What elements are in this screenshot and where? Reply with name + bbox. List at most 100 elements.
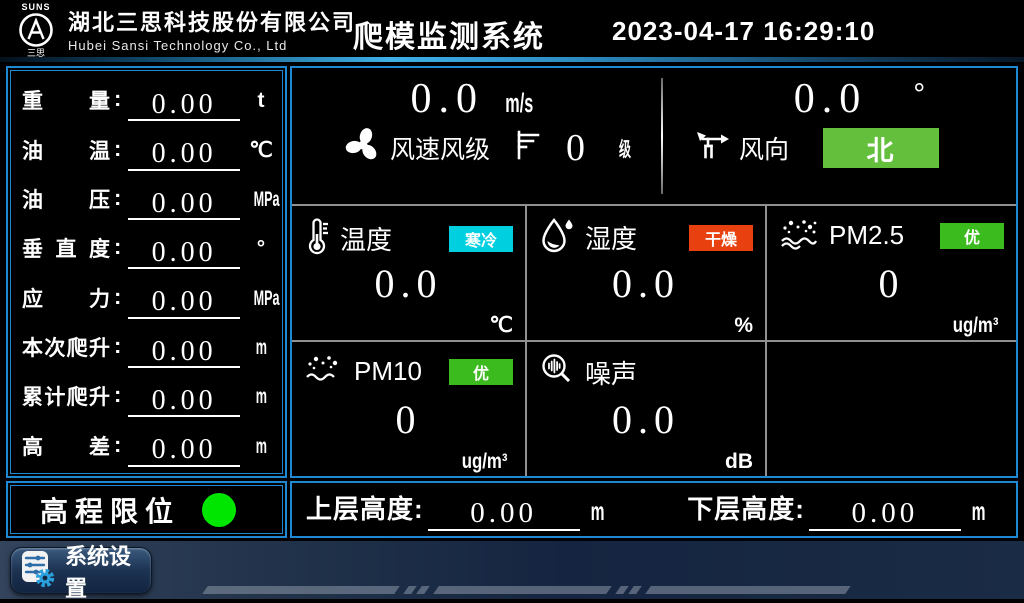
elevation-limit-box: 高程限位 bbox=[6, 481, 287, 538]
company-logo-group: SUNS 三思 湖北三思科技股份有限公司 Hubei Sansi Technol… bbox=[8, 1, 356, 57]
wind-row: 0.0 m/s 风速风级 bbox=[292, 68, 1016, 204]
wind-direction-value: 0.0 bbox=[794, 76, 868, 122]
page-title: 爬模监测系统 bbox=[353, 12, 545, 56]
measurement-colon: : bbox=[110, 284, 123, 319]
wind-speed-label: 风速风级 bbox=[390, 130, 490, 166]
droplet-icon bbox=[539, 216, 575, 259]
sensor-name: PM2.5 bbox=[829, 220, 904, 251]
particles-icon bbox=[779, 216, 819, 255]
measurement-unit: MPa bbox=[245, 188, 277, 220]
sensor-header: 温度 寒冷 bbox=[304, 216, 515, 261]
measurement-colon: : bbox=[110, 86, 123, 121]
lower-height-value: 0.00 bbox=[809, 498, 961, 530]
measurement-value: 0.00 bbox=[128, 435, 240, 466]
sensor-cell-temperature: 温度 寒冷 0.0 ℃ bbox=[292, 204, 525, 340]
sensor-unit: ug/m³ bbox=[947, 314, 1004, 338]
measurement-label: 应力 bbox=[22, 289, 110, 319]
sensor-name: 湿度 bbox=[585, 219, 637, 256]
lower-height-unit: m bbox=[967, 496, 990, 531]
sensor-header: 噪声 bbox=[539, 352, 755, 393]
measurement-unit: m bbox=[245, 385, 277, 417]
measurement-colon: : bbox=[110, 185, 123, 220]
sensor-name: 温度 bbox=[340, 220, 392, 257]
sensor-value: 0 bbox=[292, 398, 525, 442]
svg-text:SUNS: SUNS bbox=[21, 2, 50, 12]
measurement-colon: : bbox=[110, 333, 123, 368]
sensor-unit: ℃ bbox=[489, 313, 513, 338]
wind-direction-readout: 0.0 ° bbox=[663, 76, 1016, 122]
measurement-label: 油压 bbox=[22, 190, 110, 220]
footer-stripe bbox=[433, 586, 612, 594]
company-name-cn: 湖北三思科技股份有限公司 bbox=[68, 11, 356, 35]
sensor-value: 0.0 bbox=[292, 262, 525, 306]
measurement-value: 0.00 bbox=[128, 139, 240, 170]
settings-button[interactable]: 系统设置 bbox=[10, 547, 152, 594]
measurement-row-stress: 应力 : 0.00 MPa bbox=[14, 275, 279, 319]
sensor-name: 噪声 bbox=[585, 354, 637, 391]
wind-direction-label: 风向 bbox=[739, 130, 789, 166]
wind-direction-label-row: 风向 北 bbox=[663, 128, 1016, 168]
noise-magnifier-icon bbox=[539, 352, 575, 393]
measurement-unit: m bbox=[245, 336, 277, 368]
measurement-label: 重量 bbox=[22, 91, 110, 121]
lower-height-group: 下层高度: 0.00 m bbox=[687, 489, 990, 531]
measurements-panel: 重量 : 0.00 t 油温 : 0.00 ℃ 油压 : 0.00 MPa 垂直… bbox=[6, 66, 287, 478]
measurement-colon: : bbox=[110, 432, 123, 467]
sensor-unit: dB bbox=[725, 450, 753, 474]
status-badge: 寒冷 bbox=[449, 226, 513, 252]
measurement-value: 0.00 bbox=[128, 189, 240, 220]
measurement-row-oil-pressure: 油压 : 0.00 MPa bbox=[14, 176, 279, 220]
sensor-value: 0.0 bbox=[527, 398, 765, 442]
wind-direction-section: 0.0 ° 风向 北 bbox=[663, 68, 1016, 204]
wind-level-readout: 风速风级 0 级 bbox=[292, 126, 661, 169]
wind-vane-icon bbox=[695, 130, 731, 167]
measurement-colon: : bbox=[110, 382, 123, 417]
company-name-en: Hubei Sansi Technology Co., Ltd bbox=[68, 38, 356, 53]
measurement-row-weight: 重量 : 0.00 t bbox=[14, 77, 279, 121]
sensor-header: PM10 优 bbox=[304, 352, 515, 391]
measurement-value: 0.00 bbox=[128, 386, 240, 417]
status-badge: 优 bbox=[449, 359, 513, 385]
measurement-label: 累计爬升 bbox=[22, 387, 110, 417]
sensor-header: PM2.5 优 bbox=[779, 216, 1006, 255]
measurement-label: 高差 bbox=[22, 437, 110, 467]
measurement-value: 0.00 bbox=[128, 90, 240, 121]
measurement-value: 0.00 bbox=[128, 238, 240, 269]
particles-icon bbox=[304, 352, 344, 391]
wind-direction-badge: 北 bbox=[823, 128, 939, 168]
sensor-unit: ug/m³ bbox=[456, 450, 513, 474]
measurement-unit: t bbox=[245, 89, 277, 121]
upper-height-value: 0.00 bbox=[428, 498, 580, 530]
footer-stripe bbox=[615, 586, 629, 594]
sensor-header: 湿度 干燥 bbox=[539, 216, 755, 259]
sensor-cell-empty bbox=[765, 340, 1016, 476]
datetime-display: 2023-04-17 16:29:10 bbox=[612, 16, 875, 47]
climbing-formwork-monitor-screen: { "header": { "logo_top": "SUNS", "logo_… bbox=[0, 0, 1024, 599]
wind-speed-unit: m/s bbox=[496, 88, 543, 119]
wind-direction-unit: ° bbox=[913, 78, 925, 112]
sensor-cell-pm10: PM10 优 0 ug/m³ bbox=[292, 340, 525, 476]
sensor-value: 0 bbox=[767, 262, 1016, 306]
measurement-unit: MPa bbox=[245, 287, 277, 319]
thermometer-icon bbox=[304, 216, 330, 261]
header-divider-line bbox=[0, 57, 1024, 62]
measurement-value: 0.00 bbox=[128, 287, 240, 318]
footer-stripe bbox=[645, 586, 851, 594]
wind-speed-section: 0.0 m/s 风速风级 bbox=[292, 68, 661, 204]
upper-height-unit: m bbox=[586, 496, 609, 531]
svg-text:三思: 三思 bbox=[27, 48, 45, 57]
status-badge: 干燥 bbox=[689, 225, 753, 251]
measurement-row-current-climb: 本次爬升 : 0.00 m bbox=[14, 324, 279, 368]
wind-level-flag-icon bbox=[512, 128, 542, 167]
sensor-cell-noise: 噪声 0.0 dB bbox=[525, 340, 765, 476]
wind-speed-value: 0.0 bbox=[410, 76, 484, 122]
sansi-logo-icon: SUNS 三思 bbox=[8, 1, 64, 57]
measurement-colon: : bbox=[110, 136, 123, 171]
measurement-colon: : bbox=[110, 234, 123, 269]
sensor-cell-humidity: 湿度 干燥 0.0 % bbox=[525, 204, 765, 340]
footer-bar bbox=[0, 541, 1024, 599]
upper-height-group: 上层高度: 0.00 m bbox=[306, 489, 609, 531]
measurement-row-verticality: 垂直度 : 0.00 ° bbox=[14, 225, 279, 269]
sensor-name: PM10 bbox=[354, 356, 422, 387]
environment-panel: 0.0 m/s 风速风级 bbox=[290, 66, 1018, 478]
